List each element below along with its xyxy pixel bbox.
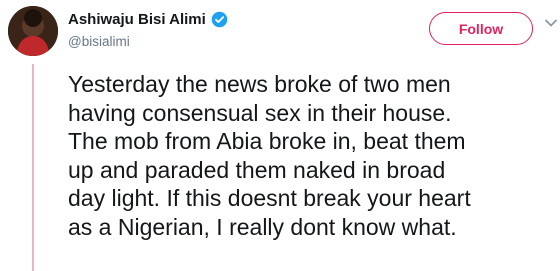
tweet-author: Ashiwaju Bisi Alimi @bisialimi — [68, 10, 228, 49]
author-display-name[interactable]: Ashiwaju Bisi Alimi — [68, 11, 206, 28]
thread-line — [32, 64, 34, 271]
verified-badge-icon — [211, 11, 228, 27]
avatar[interactable] — [8, 6, 58, 56]
author-handle[interactable]: @bisialimi — [68, 34, 228, 49]
avatar-image — [8, 6, 58, 56]
tweet-text: Yesterday the news broke of two men havi… — [68, 71, 471, 240]
follow-button[interactable]: Follow — [429, 12, 533, 45]
chevron-down-icon[interactable] — [544, 18, 558, 28]
